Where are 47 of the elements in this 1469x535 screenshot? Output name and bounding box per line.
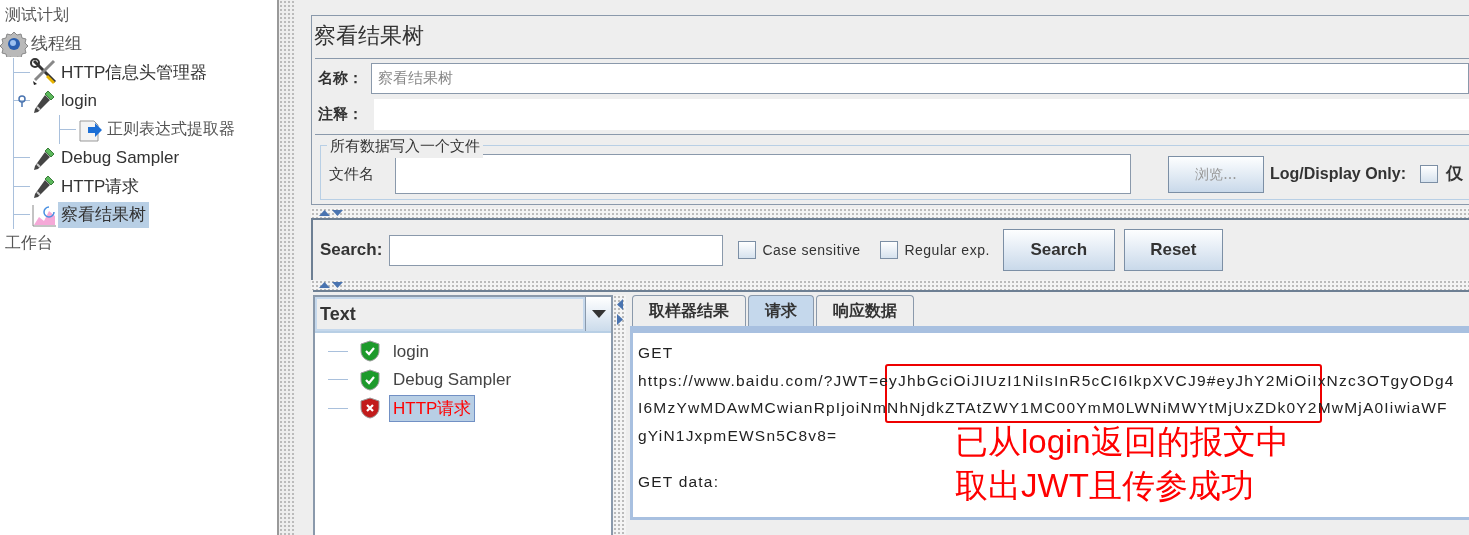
tree-item[interactable]: HTTP请求 (58, 173, 143, 199)
panel-title: 察看结果树 (313, 22, 425, 50)
name-field[interactable]: 察看结果树 (371, 63, 1469, 94)
checkbox[interactable] (1420, 165, 1438, 183)
text-line: GET (638, 344, 674, 362)
group-legend: 所有数据写入一个文件 (327, 135, 483, 158)
checkbox[interactable] (880, 241, 899, 259)
collapse-up-icon[interactable] (319, 210, 330, 216)
checkbox-label: 仅 (1446, 162, 1463, 186)
annotation-text: 已从login返回的报文中 (955, 422, 1289, 462)
search-label: Search: (320, 239, 383, 262)
tree-item[interactable]: 测试计划 (0, 3, 72, 28)
renderer-dropdown[interactable]: Text (315, 297, 585, 331)
file-name-label: 文件名 (329, 163, 375, 185)
expanded-handle-icon[interactable] (18, 94, 26, 107)
tree-item[interactable]: 线程组 (28, 31, 85, 57)
tree-item[interactable]: 工作台 (0, 231, 56, 256)
tree-item[interactable]: HTTP信息头管理器 (58, 59, 211, 85)
name-label: 名称： (318, 68, 363, 90)
checkbox[interactable] (738, 241, 757, 259)
collapse-right-icon[interactable] (616, 314, 623, 325)
collapse-down-icon[interactable] (332, 282, 343, 288)
checkbox-label: Regular exp. (904, 240, 990, 260)
tools-icon (30, 58, 58, 87)
tree-item[interactable]: Debug Sampler (58, 145, 183, 171)
request-text-area[interactable] (630, 330, 1469, 520)
collapse-left-icon[interactable] (616, 299, 623, 310)
collapse-down-icon[interactable] (332, 210, 343, 216)
tree-item[interactable]: 正则表达式提取器 (104, 117, 238, 142)
gear-icon (0, 30, 28, 57)
dropdown-caret-icon[interactable] (591, 310, 606, 318)
annotation-text: 取出JWT且传参成功 (955, 466, 1255, 506)
comment-label: 注释： (318, 103, 364, 125)
text-line: GET data: (638, 472, 720, 491)
result-item[interactable]: Debug Sampler (390, 367, 515, 393)
tab[interactable]: 请求 (748, 295, 814, 326)
search-button[interactable]: Search (1002, 229, 1115, 271)
tab[interactable]: 响应数据 (816, 295, 914, 326)
checkbox-label: Case sensitive (762, 240, 861, 260)
tab[interactable]: 取样器结果 (632, 295, 746, 326)
log-display-label: Log/Display Only: (1270, 164, 1406, 184)
result-item[interactable]: login (390, 338, 432, 364)
text-line: gYiN1JxpmEWSn5C8v8= (638, 427, 838, 446)
tree-item[interactable]: login (58, 88, 100, 114)
tree-item[interactable]: 察看结果树 (58, 202, 149, 228)
reset-button[interactable]: Reset (1123, 229, 1223, 271)
collapse-up-icon[interactable] (319, 282, 330, 288)
